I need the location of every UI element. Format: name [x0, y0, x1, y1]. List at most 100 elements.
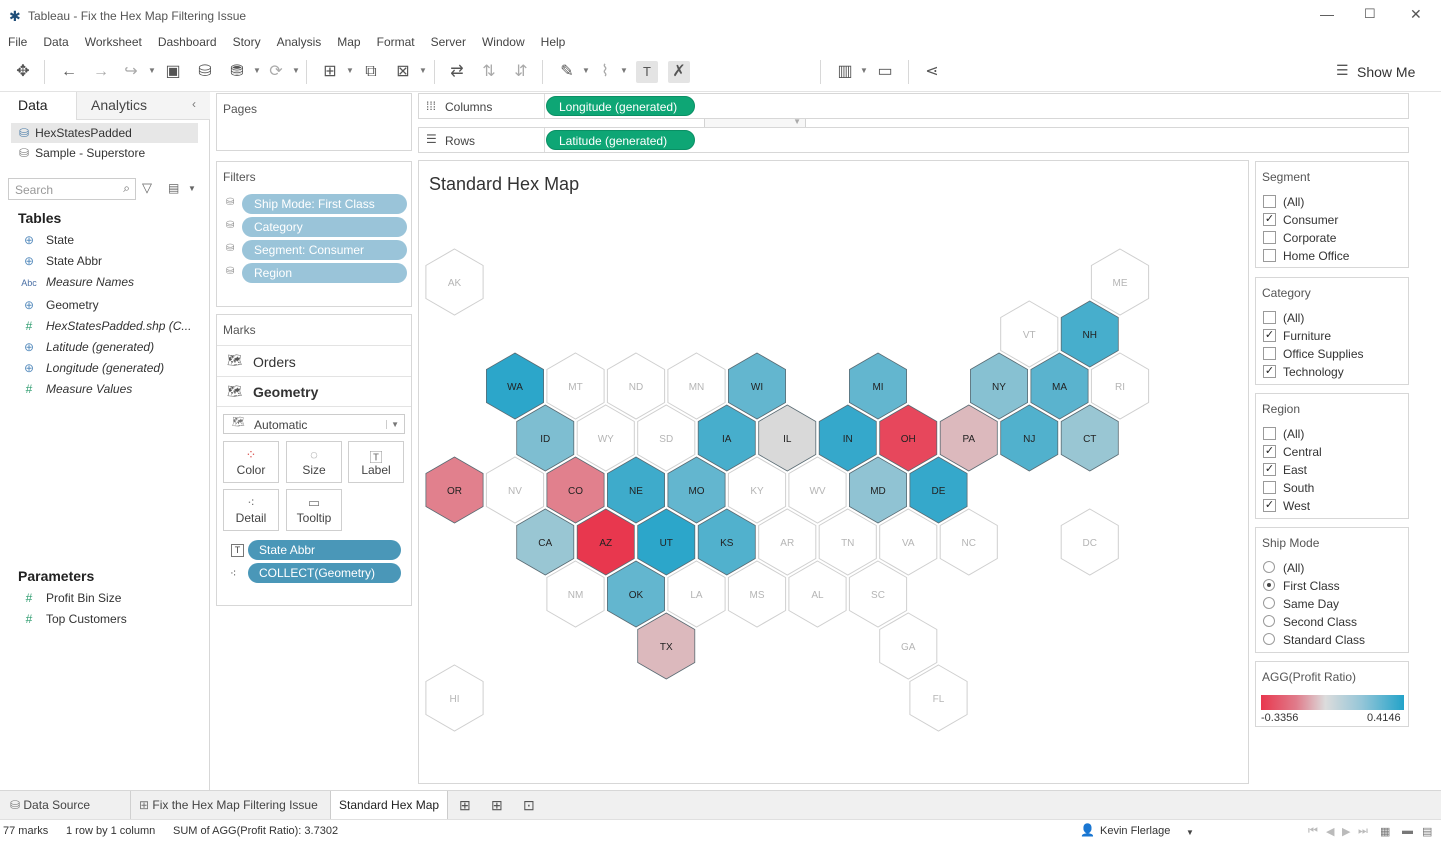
rows-shelf[interactable]: ☰ Rows Latitude (generated): [418, 127, 1409, 153]
presentation-mode-icon[interactable]: ▭: [874, 61, 896, 83]
marks-size-button[interactable]: ◌ Size: [286, 441, 342, 483]
filter-option-label[interactable]: Corporate: [1283, 231, 1336, 245]
marks-pill-state-abbr[interactable]: State Abbr: [248, 540, 401, 560]
hex-state-ia[interactable]: IA: [697, 404, 756, 472]
marks-label-button[interactable]: 🅃 Label: [348, 441, 404, 483]
hex-state-ms[interactable]: MS: [727, 560, 787, 628]
menu-server[interactable]: Server: [431, 32, 466, 52]
filter-option-label[interactable]: (All): [1283, 561, 1304, 575]
hex-state-il[interactable]: IL: [758, 404, 817, 472]
field-item[interactable]: ⊕ State Abbr: [20, 254, 102, 268]
hex-state-ar[interactable]: AR: [758, 508, 817, 576]
tab-data[interactable]: Data: [0, 92, 76, 120]
undo-icon[interactable]: ←: [58, 61, 80, 83]
checkbox[interactable]: ✓: [1263, 463, 1276, 476]
new-story-icon[interactable]: ⊡: [523, 797, 535, 814]
field-item[interactable]: Abc Measure Names: [20, 275, 134, 289]
marks-color-button[interactable]: ⁘ Color: [223, 441, 279, 483]
hex-state-al[interactable]: AL: [788, 560, 847, 628]
hex-state-in[interactable]: IN: [818, 404, 877, 472]
hex-state-wy[interactable]: WY: [576, 404, 635, 472]
filter-option-label[interactable]: Consumer: [1283, 213, 1338, 227]
marks-pill-collect-geometry[interactable]: COLLECT(Geometry): [248, 563, 401, 583]
hex-state-va[interactable]: VA: [879, 508, 938, 576]
menu-help[interactable]: Help: [541, 32, 566, 52]
filter-option-label[interactable]: Home Office: [1283, 249, 1349, 263]
share-icon[interactable]: ⋖: [921, 61, 943, 83]
filter-pill-segment[interactable]: Segment: Consumer: [242, 240, 407, 260]
hex-state-nc[interactable]: NC: [939, 508, 998, 576]
swap-rows-columns-icon[interactable]: ⇄: [446, 61, 468, 83]
hex-state-nj[interactable]: NJ: [1000, 404, 1059, 472]
menu-story[interactable]: Story: [233, 32, 261, 52]
replay-icon[interactable]: ↪: [120, 61, 142, 83]
filter-option-label[interactable]: South: [1283, 481, 1314, 495]
checkbox[interactable]: ✓: [1263, 365, 1276, 378]
hex-state-md[interactable]: MD: [848, 456, 908, 524]
columns-shelf[interactable]: ⁞⁞⁞ Columns Longitude (generated): [418, 93, 1409, 119]
last-page-icon[interactable]: ⏭: [1358, 825, 1368, 838]
hex-state-ak[interactable]: AK: [425, 248, 484, 316]
filter-pill-region[interactable]: Region: [242, 263, 407, 283]
filter-option-label[interactable]: Office Supplies: [1283, 347, 1364, 361]
marks-tooltip-button[interactable]: ▭ Tooltip: [286, 489, 342, 531]
maximize-icon[interactable]: ☐: [1364, 6, 1376, 22]
hex-state-mi[interactable]: MI: [848, 352, 908, 420]
minimize-icon[interactable]: —: [1320, 6, 1334, 22]
hex-state-oh[interactable]: OH: [879, 404, 938, 472]
tableau-start-icon[interactable]: ✥: [12, 61, 34, 83]
filter-option-label[interactable]: (All): [1283, 427, 1304, 441]
hex-state-sd[interactable]: SD: [637, 404, 696, 472]
parameter-top-customers[interactable]: # Top Customers: [20, 612, 127, 626]
new-worksheet-icon[interactable]: ⊞: [319, 61, 341, 83]
checkbox[interactable]: ✓: [1263, 445, 1276, 458]
filter-fields-icon[interactable]: ▽: [142, 180, 152, 196]
hex-state-co[interactable]: CO: [546, 456, 605, 524]
hex-state-ok[interactable]: OK: [606, 560, 666, 628]
hex-state-tn[interactable]: TN: [818, 508, 877, 576]
hex-state-ma[interactable]: MA: [1030, 352, 1089, 420]
field-item[interactable]: # Measure Values: [20, 382, 133, 396]
hex-state-ga[interactable]: GA: [879, 612, 938, 680]
filter-option-label[interactable]: Second Class: [1283, 615, 1357, 629]
new-worksheet-icon[interactable]: ⊞: [459, 797, 471, 814]
hex-state-wi[interactable]: WI: [727, 352, 787, 420]
fix-axes-icon[interactable]: ✗: [668, 61, 690, 83]
checkbox[interactable]: [1263, 231, 1276, 244]
show-me-button[interactable]: Show Me: [1357, 64, 1415, 80]
radio-button[interactable]: [1263, 597, 1275, 609]
radio-button[interactable]: [1263, 633, 1275, 645]
hex-state-ri[interactable]: RI: [1090, 352, 1150, 420]
tab-fix-hex-map[interactable]: ⊞ Fix the Hex Map Filtering Issue: [130, 791, 326, 820]
highlight-icon[interactable]: ✎: [556, 61, 578, 83]
parameter-profit-bin-size[interactable]: # Profit Bin Size: [20, 591, 122, 605]
menu-format[interactable]: Format: [377, 32, 415, 52]
columns-pill-longitude[interactable]: Longitude (generated): [546, 96, 695, 116]
tab-analytics[interactable]: Analytics: [76, 92, 210, 120]
hex-state-mt[interactable]: MT: [546, 352, 605, 420]
view-options-icon[interactable]: ▤: [168, 181, 179, 195]
menu-analysis[interactable]: Analysis: [277, 32, 322, 52]
mark-type-dropdown[interactable]: 🗺 Automatic ▼: [223, 414, 405, 434]
radio-button[interactable]: [1263, 615, 1275, 627]
menu-dashboard[interactable]: Dashboard: [158, 32, 217, 52]
checkbox[interactable]: ✓: [1263, 329, 1276, 342]
checkbox[interactable]: [1263, 347, 1276, 360]
hex-state-dc[interactable]: DC: [1060, 508, 1119, 576]
hex-state-or[interactable]: OR: [425, 456, 484, 524]
filmstrip-icon[interactable]: ▬: [1402, 825, 1413, 837]
menu-map[interactable]: Map: [337, 32, 360, 52]
marks-layer-orders[interactable]: 🗺 Orders: [217, 345, 411, 376]
clear-sheet-icon[interactable]: ⊠: [392, 61, 414, 83]
user-menu-chevron-icon[interactable]: ▼: [1186, 828, 1194, 837]
rows-pill-latitude[interactable]: Latitude (generated): [546, 130, 695, 150]
sheet-sorter-icon[interactable]: ▦: [1380, 825, 1390, 838]
hex-state-tx[interactable]: TX: [637, 612, 696, 680]
filter-option-label[interactable]: Central: [1283, 445, 1322, 459]
hex-state-me[interactable]: ME: [1090, 248, 1150, 316]
filter-pill-category[interactable]: Category: [242, 217, 407, 237]
new-data-source-icon[interactable]: ⛁: [194, 61, 216, 83]
radio-button[interactable]: [1263, 579, 1275, 591]
hex-state-id[interactable]: ID: [516, 404, 575, 472]
view-options-caret-icon[interactable]: ▼: [188, 184, 196, 193]
